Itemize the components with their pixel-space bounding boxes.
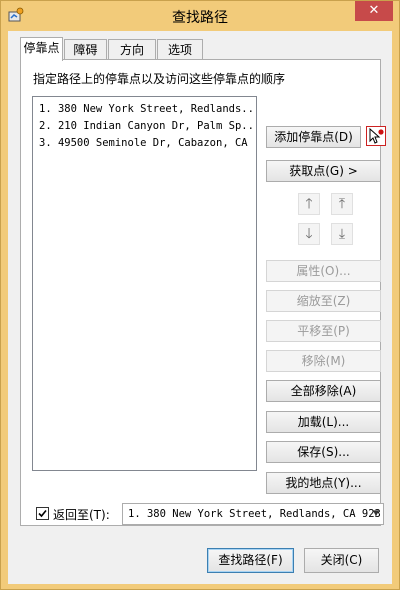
close-button[interactable]: 关闭(C)	[304, 548, 379, 573]
return-to-select[interactable]: 1. 380 New York Street, Redlands, CA 923…	[122, 503, 384, 525]
remove-all-button[interactable]: 全部移除(A)	[266, 380, 381, 402]
list-item[interactable]: 1. 380 New York Street, Redlands...	[39, 101, 256, 118]
tab-barriers[interactable]: 障碍	[64, 39, 107, 60]
dialog-body: 停靠点 障碍 方向 选项 指定路径上的停靠点以及访问这些停靠点的顺序 1. 38…	[8, 31, 392, 584]
stops-tab-panel: 指定路径上的停靠点以及访问这些停靠点的顺序 1. 380 New York St…	[20, 59, 386, 526]
move-down-icon[interactable]: 🡓	[298, 223, 320, 245]
stops-instruction: 指定路径上的停靠点以及访问这些停靠点的顺序	[33, 72, 286, 86]
move-to-bottom-icon[interactable]: ⤓	[331, 223, 353, 245]
return-to-checkbox[interactable]	[36, 507, 49, 520]
zoom-to-button[interactable]: 缩放至(Z)	[266, 290, 381, 312]
find-route-button[interactable]: 查找路径(F)	[207, 548, 294, 573]
return-to-value: 1. 380 New York Street, Redlands, CA 923	[128, 508, 381, 520]
add-stop-button[interactable]: 添加停靠点(D)	[266, 126, 361, 148]
save-button[interactable]: 保存(S)...	[266, 441, 381, 463]
window-title: 查找路径	[172, 10, 228, 26]
find-route-window: 查找路径 ✕ 停靠点 障碍 方向 选项 指定路径上的停靠点以及访问这些停靠点的顺…	[0, 0, 400, 590]
move-to-top-icon[interactable]: ⤒	[331, 193, 353, 215]
move-up-icon[interactable]: 🡑	[298, 193, 320, 215]
chevron-down-icon: ▼	[372, 508, 379, 519]
return-to-label: 返回至(T):	[53, 508, 110, 522]
list-item[interactable]: 3. 49500 Seminole Dr, Cabazon, CA	[39, 135, 256, 152]
close-window-button[interactable]: ✕	[355, 1, 393, 21]
list-item[interactable]: 2. 210 Indian Canyon Dr, Palm Sp...	[39, 118, 256, 135]
properties-button[interactable]: 属性(O)...	[266, 260, 381, 282]
tab-directions[interactable]: 方向	[108, 39, 156, 60]
pan-to-button[interactable]: 平移至(P)	[266, 320, 381, 342]
my-places-button[interactable]: 我的地点(Y)...	[266, 472, 381, 494]
pick-location-tool[interactable]	[366, 126, 386, 146]
title-bar[interactable]: 查找路径 ✕	[1, 1, 399, 31]
load-button[interactable]: 加载(L)...	[266, 411, 381, 433]
stops-list[interactable]: 1. 380 New York Street, Redlands... 2. 2…	[32, 96, 257, 471]
get-points-button[interactable]: 获取点(G) >	[266, 160, 381, 182]
remove-button[interactable]: 移除(M)	[266, 350, 381, 372]
cursor-pointer-icon	[369, 127, 384, 144]
checkmark-icon	[38, 509, 47, 518]
tab-stops[interactable]: 停靠点	[20, 37, 63, 61]
tab-options[interactable]: 选项	[157, 39, 203, 60]
